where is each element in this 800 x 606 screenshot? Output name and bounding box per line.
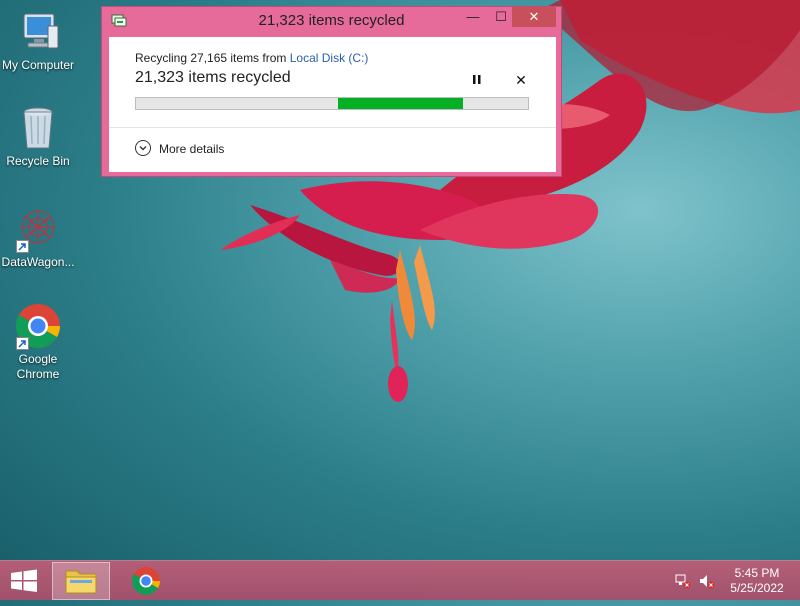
desktop-icon-datawagon[interactable]: DataWagon... [0,205,76,270]
clock-time: 5:45 PM [734,566,780,580]
taskbar-chrome[interactable] [116,562,174,600]
close-button[interactable]: ✕ [512,7,556,27]
desktop-icon-my-computer[interactable]: My Computer [0,8,76,73]
pause-icon [473,75,481,84]
maximize-button[interactable]: ☐ [488,7,514,27]
clock[interactable]: 5:45 PM 5/25/2022 [722,566,792,596]
shortcut-arrow-icon [16,337,29,350]
start-button[interactable] [0,561,48,601]
desktop-icon-recycle-bin[interactable]: Recycle Bin [0,104,76,169]
taskbar: 5:45 PM 5/25/2022 [0,560,800,600]
chrome-icon [14,302,62,350]
desktop-icon-google-chrome[interactable]: Google Chrome [0,302,76,382]
desktop-icon-label: Recycle Bin [6,154,70,168]
clock-date: 5/25/2022 [730,581,784,595]
recycle-bin-icon [14,104,62,152]
computer-icon [14,8,62,56]
datawagon-icon [14,205,62,253]
progress-processed [136,98,338,109]
desktop-icon-label: Google Chrome [16,352,60,381]
volume-muted-icon[interactable] [698,573,716,589]
source-location-link[interactable]: Local Disk (C:) [290,51,369,65]
minimize-button[interactable]: — [460,7,486,27]
recycle-progress-dialog: 21,323 items recycled — ☐ ✕ Recycling 27… [101,6,562,177]
dialog-titlebar[interactable]: 21,323 items recycled — ☐ ✕ [102,7,561,37]
dialog-content: Recycling 27,165 items from Local Disk (… [109,37,556,172]
taskbar-file-explorer[interactable] [52,562,110,600]
progress-bar [135,97,529,110]
pause-button[interactable] [469,72,485,88]
progress-fill [338,98,463,109]
more-details-label: More details [159,142,225,156]
source-description: Recycling 27,165 items from Local Disk (… [135,51,368,65]
desktop-icon-label: My Computer [1,58,75,72]
chrome-icon [132,567,160,595]
file-explorer-icon [65,570,97,594]
network-error-icon[interactable] [674,573,692,589]
status-text: 21,323 items recycled [135,69,291,86]
windows-start-icon [11,569,37,592]
shortcut-arrow-icon [16,240,29,253]
chevron-down-icon [135,140,151,156]
cancel-button[interactable]: ✕ [513,72,529,88]
divider [109,127,556,128]
desktop-icon-label: DataWagon... [1,255,75,269]
source-prefix: Recycling 27,165 items from [135,51,290,65]
